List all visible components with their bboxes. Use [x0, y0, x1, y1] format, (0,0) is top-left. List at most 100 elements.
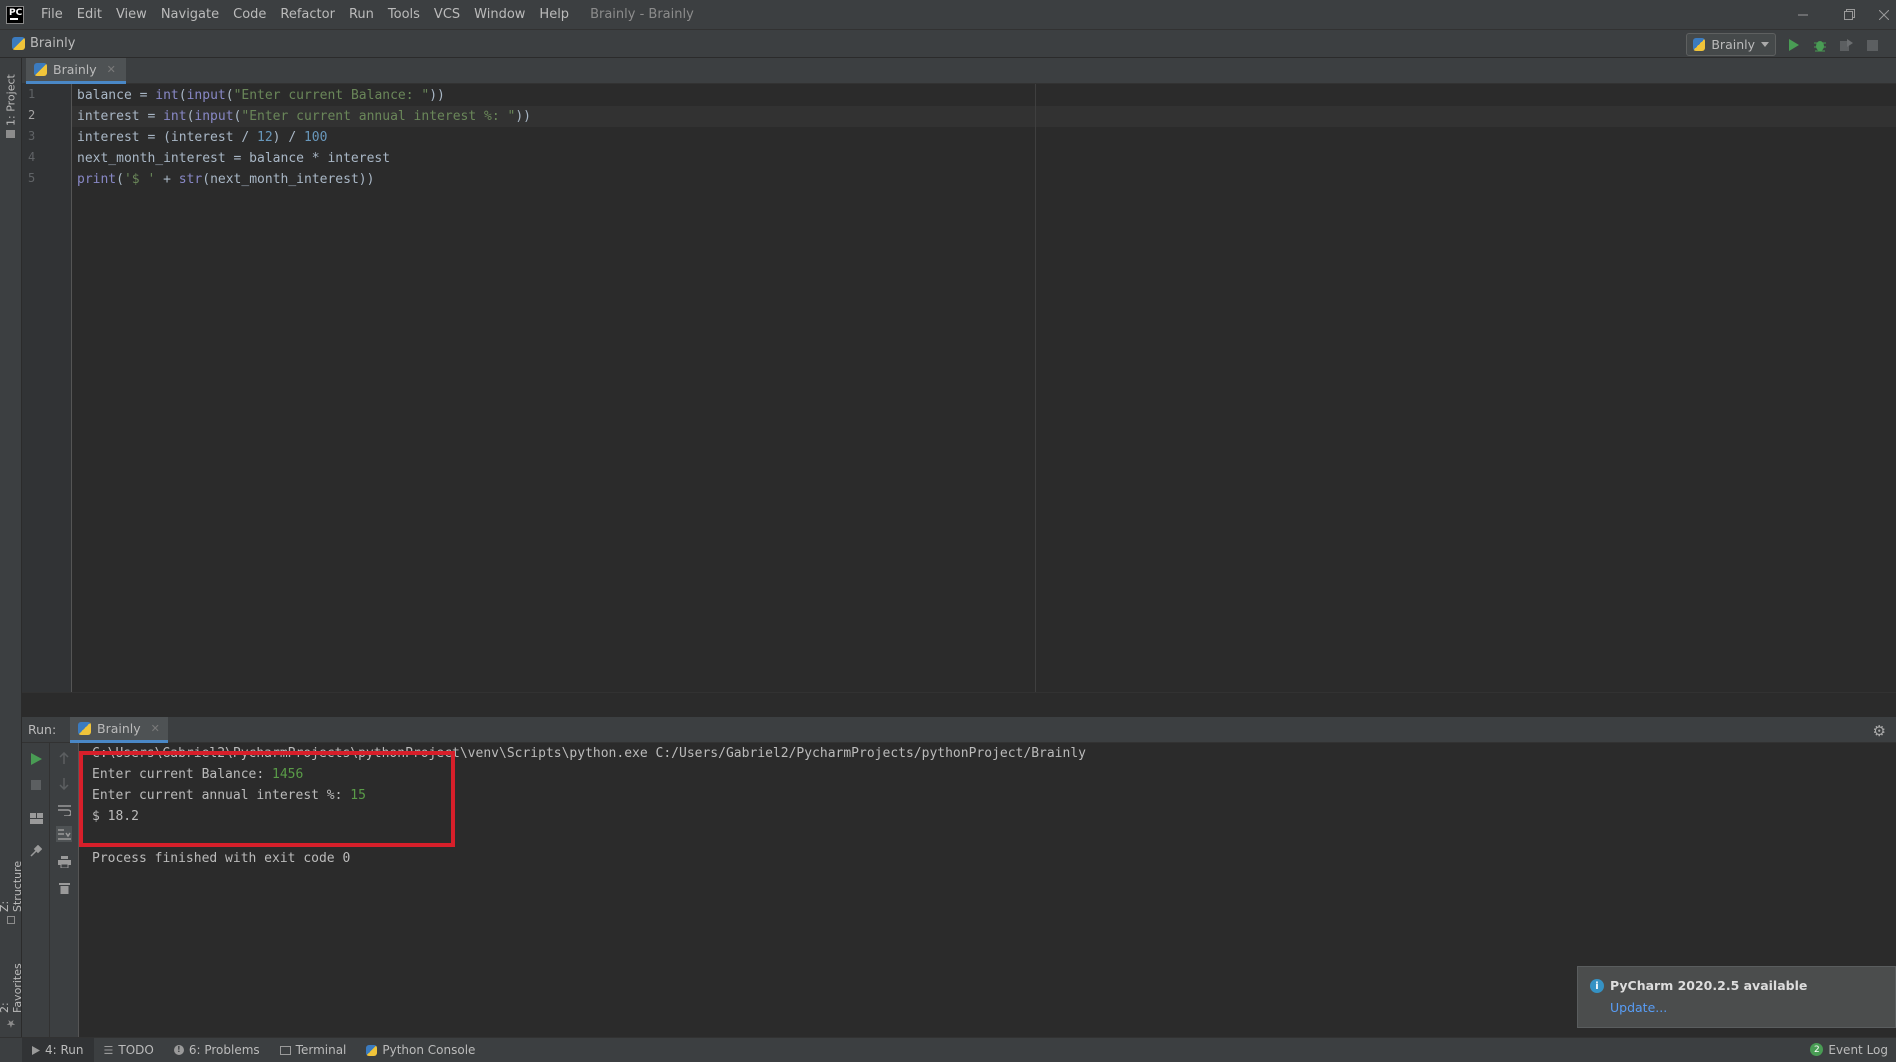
- code-token: balance =: [77, 88, 156, 103]
- run-tab-brainly[interactable]: Brainly ✕: [70, 717, 168, 743]
- navigation-bar: Brainly Brainly: [0, 29, 1896, 58]
- restore-icon: [1843, 9, 1855, 20]
- event-log-label: Event Log: [1828, 1042, 1888, 1057]
- run-panel-label: Run:: [28, 722, 57, 737]
- code-token: )): [515, 109, 531, 124]
- line-number: 2: [28, 108, 36, 122]
- run-toolbar-secondary: [50, 743, 79, 1037]
- tool-window-project[interactable]: 1: Project: [2, 66, 20, 138]
- code-line: balance = int(input("Enter current Balan…: [77, 85, 445, 106]
- panel-splitter[interactable]: [22, 692, 1896, 717]
- tool-window-problems[interactable]: ! 6: Problems: [164, 1038, 270, 1062]
- close-tab-icon[interactable]: ✕: [151, 722, 160, 735]
- arrow-up-icon: [59, 752, 69, 764]
- stop-run-button[interactable]: [28, 777, 44, 793]
- info-icon: i: [1590, 979, 1604, 993]
- notification-title: PyCharm 2020.2.5 available: [1610, 978, 1808, 993]
- python-file-icon: [12, 37, 25, 50]
- breadcrumb[interactable]: Brainly: [12, 36, 75, 51]
- favorites-tab-label: 2: Favorites: [0, 963, 24, 1013]
- print-button[interactable]: [56, 854, 72, 870]
- pin-tab-button[interactable]: [28, 843, 44, 859]
- editor-tab-brainly[interactable]: Brainly ✕: [26, 58, 126, 84]
- python-icon: [78, 722, 91, 735]
- play-icon: [32, 1045, 40, 1055]
- editor-tab-bar: Brainly ✕: [22, 58, 1896, 84]
- run-button[interactable]: [1786, 37, 1802, 53]
- code-line: interest = int(input("Enter current annu…: [77, 106, 531, 127]
- run-with-coverage-button[interactable]: [1838, 37, 1854, 53]
- close-tab-icon[interactable]: ✕: [107, 63, 116, 76]
- bottom-tool-bar: 4: Run ☰ TODO ! 6: Problems Terminal Pyt…: [0, 1037, 1896, 1062]
- menu-navigate[interactable]: Navigate: [154, 0, 226, 29]
- update-notification[interactable]: i PyCharm 2020.2.5 available Update...: [1577, 966, 1896, 1028]
- run-toolbar-primary: [22, 743, 50, 1037]
- play-icon: [1789, 39, 1799, 51]
- code-token: "Enter current annual interest %: ": [241, 109, 516, 124]
- code-token: print: [77, 172, 117, 187]
- pin-icon: [30, 845, 42, 857]
- restore-layout-button[interactable]: [28, 810, 44, 826]
- scroll-end-icon: [57, 829, 71, 840]
- run-configuration-label: Brainly: [1711, 37, 1755, 52]
- menu-edit[interactable]: Edit: [70, 0, 109, 29]
- close-window-button[interactable]: [1872, 0, 1896, 29]
- gear-icon[interactable]: ⚙: [1873, 722, 1886, 740]
- tool-window-python-console[interactable]: Python Console: [356, 1038, 485, 1062]
- tool-window-structure[interactable]: Z: Structure: [0, 848, 24, 924]
- tool-window-favorites[interactable]: ★ 2: Favorites: [0, 950, 24, 1030]
- restore-button[interactable]: [1826, 0, 1872, 29]
- tool-window-todo[interactable]: ☰ TODO: [94, 1038, 164, 1062]
- scroll-up-button[interactable]: [56, 750, 72, 766]
- code-token: 12: [257, 130, 273, 145]
- run-tab-label: Brainly: [97, 721, 141, 736]
- arrow-down-icon: [59, 778, 69, 790]
- left-tool-strip: 1: Project Z: Structure ★ 2: Favorites: [0, 58, 24, 1038]
- tool-window-terminal[interactable]: Terminal: [270, 1038, 357, 1062]
- debug-button[interactable]: [1812, 37, 1828, 53]
- window-title: Brainly - Brainly: [590, 7, 694, 22]
- code-token: "Enter current Balance: ": [233, 88, 430, 103]
- tool-window-run[interactable]: 4: Run: [22, 1037, 94, 1062]
- bug-icon: [1814, 41, 1826, 52]
- scroll-to-end-button[interactable]: [56, 826, 72, 842]
- code-token: +: [155, 172, 179, 187]
- code-token: next_month_interest = balance * interest: [77, 151, 391, 166]
- menu-window[interactable]: Window: [467, 0, 532, 29]
- menu-vcs[interactable]: VCS: [427, 0, 467, 29]
- code-token: interest = (interest /: [77, 130, 258, 145]
- menu-refactor[interactable]: Refactor: [273, 0, 342, 29]
- todo-tool-label: TODO: [118, 1043, 154, 1057]
- code-token: ) /: [272, 130, 304, 145]
- code-editor[interactable]: balance = int(input("Enter current Balan…: [72, 84, 1896, 692]
- python-icon: [1693, 38, 1706, 51]
- code-token: (next_month_interest)): [202, 172, 375, 187]
- menu-tools[interactable]: Tools: [381, 0, 427, 29]
- code-token: input: [194, 109, 234, 124]
- scroll-down-button[interactable]: [56, 776, 72, 792]
- stop-button[interactable]: [1864, 37, 1880, 53]
- update-link[interactable]: Update...: [1610, 1000, 1667, 1015]
- stop-icon: [31, 780, 41, 790]
- menu-help[interactable]: Help: [532, 0, 576, 29]
- rerun-button[interactable]: [28, 751, 44, 767]
- menu-code[interactable]: Code: [226, 0, 273, 29]
- chevron-down-icon: [1761, 42, 1769, 47]
- run-configuration-select[interactable]: Brainly: [1686, 33, 1776, 56]
- menu-view[interactable]: View: [109, 0, 154, 29]
- minimize-icon: [1798, 14, 1808, 15]
- code-token: input: [186, 88, 226, 103]
- line-number: 5: [28, 171, 36, 185]
- clear-all-button[interactable]: [56, 880, 72, 896]
- folder-icon: [6, 130, 16, 138]
- project-tab-label: 1: Project: [4, 74, 18, 126]
- event-log-button[interactable]: 2 Event Log: [1810, 1037, 1888, 1062]
- menu-file[interactable]: File: [34, 0, 70, 29]
- problems-tool-label: 6: Problems: [188, 1043, 260, 1057]
- code-line: print('$ ' + str(next_month_interest)): [77, 169, 374, 190]
- python-icon: [366, 1044, 378, 1056]
- menu-run[interactable]: Run: [342, 0, 381, 29]
- code-line: interest = (interest / 12) / 100: [77, 127, 327, 148]
- minimize-button[interactable]: [1780, 0, 1826, 29]
- soft-wrap-button[interactable]: [56, 802, 72, 818]
